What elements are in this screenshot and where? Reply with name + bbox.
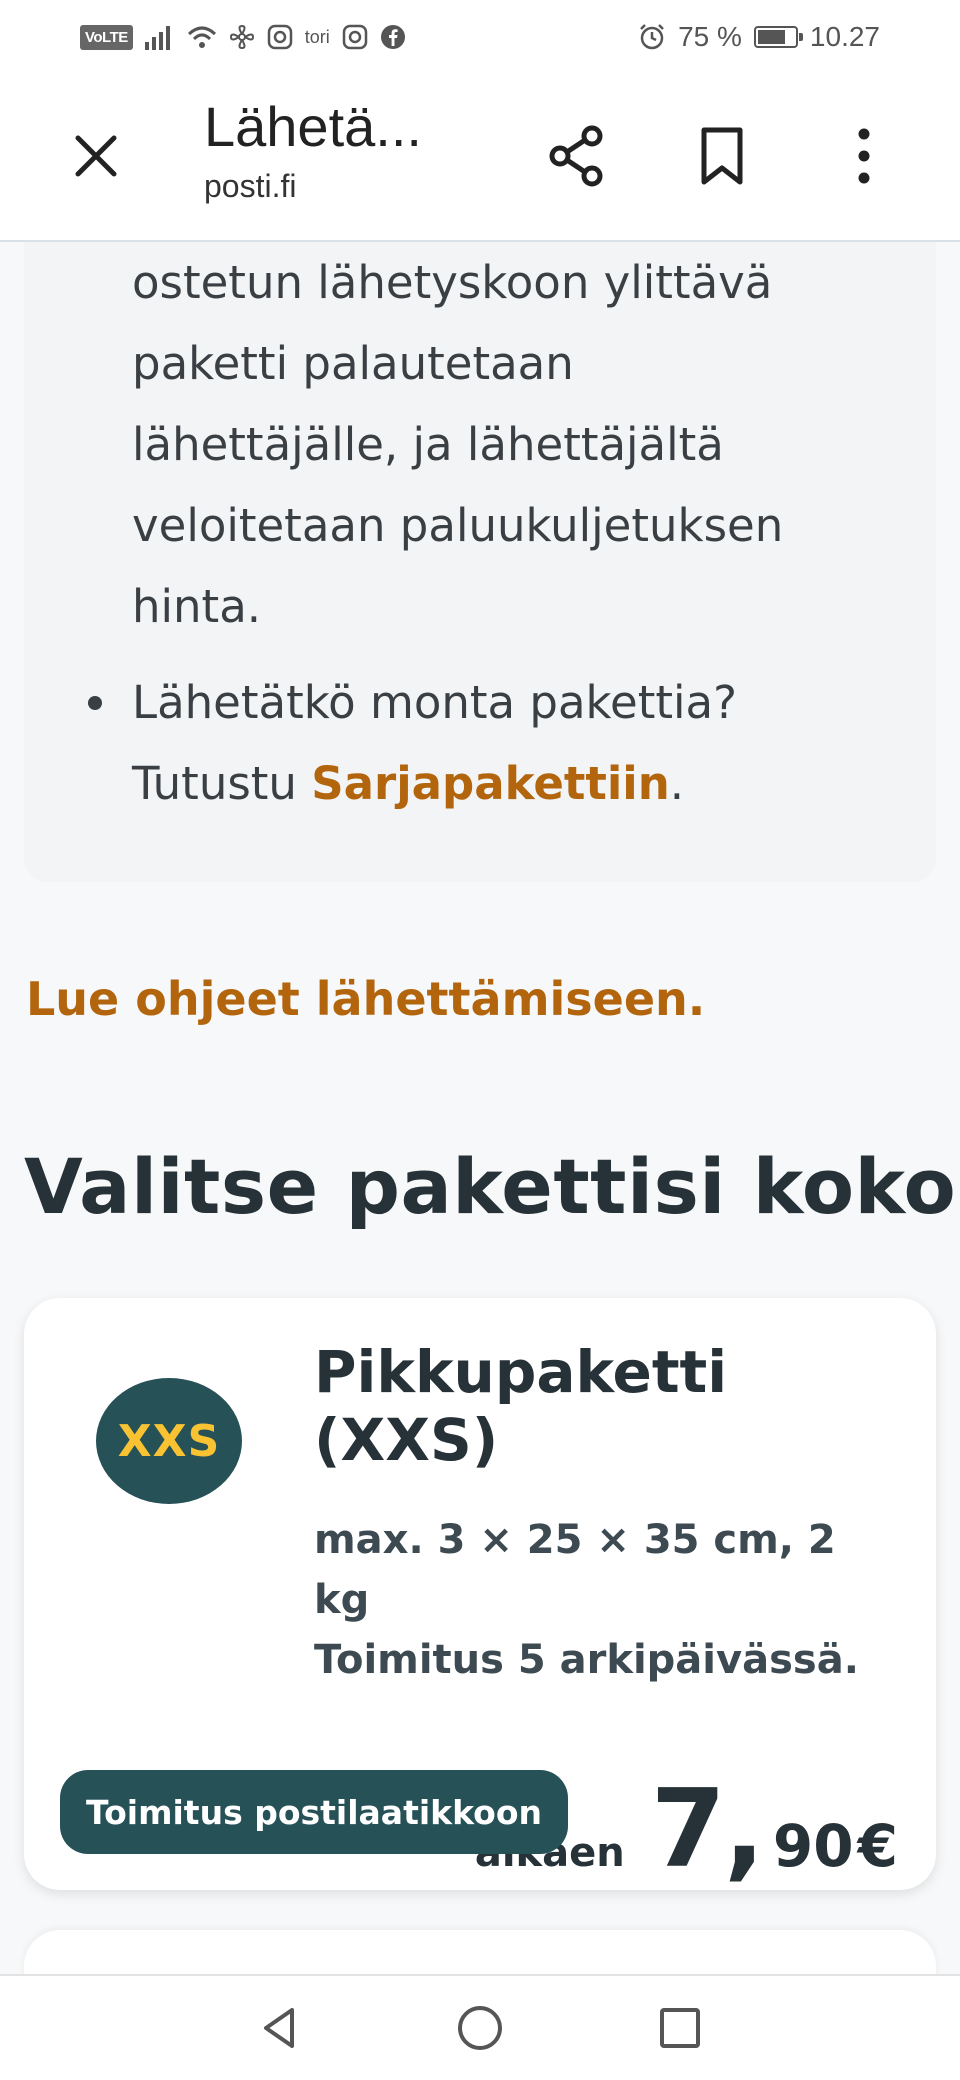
page-title: Lähetä... (204, 95, 422, 158)
package-name: Pikkupaketti (XXS) (314, 1338, 894, 1474)
package-name-line-1: Pikkupaketti (314, 1338, 728, 1406)
share-button[interactable] (544, 122, 612, 190)
package-delivery-time: Toimitus 5 arkipäivässä. (314, 1637, 859, 1683)
package-dimensions-line-1: max. 3 × 25 × 35 cm, 2 (314, 1517, 836, 1563)
bookmark-icon (701, 127, 743, 185)
bookmark-button[interactable] (690, 124, 754, 188)
price-comma: , (723, 1767, 765, 1892)
bullet-line-1: Lähetätkö monta pakettia? (132, 676, 737, 729)
nav-home-icon (458, 2006, 502, 2050)
package-dimensions-line-2: kg (314, 1577, 370, 1623)
page-domain: posti.fi (204, 167, 297, 204)
share-icon (549, 125, 603, 187)
package-dimensions: max. 3 × 25 × 35 cm, 2 kg (314, 1510, 894, 1630)
section-heading: Valitse pakettisi koko (24, 1142, 957, 1231)
close-icon (75, 135, 117, 177)
facebook-icon (380, 24, 406, 50)
price-currency: € (857, 1812, 898, 1880)
more-options-button[interactable] (840, 124, 888, 188)
browser-app-bar: Lähetä... posti.fi (0, 74, 960, 242)
bullet-suffix: . (669, 757, 685, 810)
battery-icon (753, 26, 803, 48)
more-vertical-icon (858, 128, 870, 184)
package-name-line-2: (XXS) (314, 1406, 499, 1474)
info-paragraph: ostetun lähetyskoon ylittävä paketti pal… (132, 242, 912, 647)
battery-level (757, 30, 785, 44)
nav-home-button[interactable] (450, 1998, 510, 2058)
nav-back-icon (264, 2008, 294, 2048)
bullet-item: Lähetätkö monta pakettia? Tutustu Sarjap… (88, 662, 918, 824)
bullet-text: Lähetätkö monta pakettia? Tutustu Sarjap… (132, 662, 737, 824)
status-left: VoLTE tori (80, 24, 406, 50)
volte-badge: VoLTE (80, 24, 133, 50)
nav-back-button[interactable] (250, 1998, 310, 2058)
status-bar: VoLTE tori 75 % 10.27 (0, 0, 960, 74)
nav-recents-button[interactable] (650, 1998, 710, 2058)
system-nav-bar (0, 1974, 960, 2080)
alarm-icon (638, 23, 666, 51)
size-badge: XXS (96, 1378, 242, 1504)
series-package-link[interactable]: Sarjapakettiin (311, 757, 669, 810)
delivery-tag: Toimitus postilaatikkoon (60, 1770, 569, 1854)
info-line: ostetun lähetyskoon ylittävä (132, 256, 773, 309)
info-line: veloitetaan paluukuljetuksen (132, 499, 784, 552)
info-line: paketti palautetaan (132, 337, 574, 390)
tori-app-icon: tori (304, 26, 330, 47)
info-line: lähettäjälle, ja lähettäjältä (132, 418, 724, 471)
close-button[interactable] (66, 126, 126, 186)
instagram-icon-2 (342, 24, 368, 50)
fan-icon (229, 24, 255, 50)
nav-recents-icon (660, 2008, 700, 2048)
clock: 10.27 (809, 21, 880, 52)
battery-percent: 75 % (678, 21, 742, 52)
bullet-prefix: Tutustu (132, 757, 312, 810)
status-right: 75 % 10.27 (638, 21, 880, 53)
sending-instructions-link[interactable]: Lue ohjeet lähettämiseen. (26, 972, 705, 1026)
bullet-line-2: Tutustu Sarjapakettiin. (132, 743, 737, 824)
info-line: hinta. (132, 580, 262, 633)
bullet-dot (88, 696, 102, 710)
signal-icon (144, 24, 175, 50)
title-block: Lähetä... posti.fi (204, 96, 422, 205)
price-euros: 7 (650, 1767, 726, 1892)
price-cents: 90 (772, 1812, 854, 1880)
wifi-icon (187, 24, 217, 50)
instagram-icon (267, 24, 293, 50)
